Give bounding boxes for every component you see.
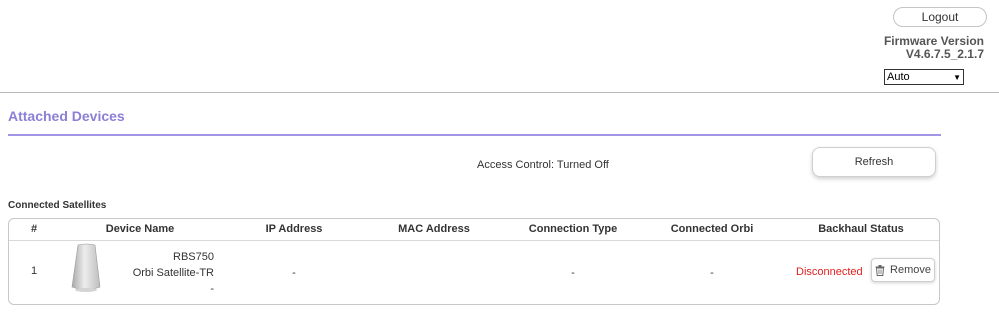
language-select[interactable]: Auto ▼ <box>884 69 964 85</box>
top-bar: Logout Firmware Version V4.6.7.5_2.1.7 A… <box>0 0 999 93</box>
trash-icon <box>875 264 885 276</box>
column-header-connection-type: Connection Type <box>528 223 618 235</box>
page-title: Attached Devices <box>8 108 125 124</box>
connection-type-cell: - <box>571 267 575 279</box>
column-header-connected-orbi: Connected Orbi <box>670 223 754 235</box>
remove-button-label: Remove <box>890 264 931 276</box>
satellite-device-image <box>71 243 101 292</box>
logout-button[interactable]: Logout <box>893 7 987 27</box>
ip-address-cell: - <box>292 267 296 279</box>
device-extra: - <box>210 283 214 295</box>
column-header-backhaul-status: Backhaul Status <box>818 223 904 235</box>
refresh-button[interactable]: Refresh <box>812 147 936 177</box>
firmware-label: Firmware Version <box>883 34 984 48</box>
column-header-index: # <box>30 223 38 235</box>
title-divider <box>8 134 941 136</box>
language-select-value: Auto <box>887 71 910 83</box>
column-header-mac-address: MAC Address <box>398 223 470 235</box>
access-control-status: Access Control: Turned Off <box>477 159 609 171</box>
column-header-device-name: Device Name <box>105 223 175 235</box>
satellites-table: # Device Name IP Address MAC Address Con… <box>8 218 940 305</box>
remove-button[interactable]: Remove <box>871 258 935 282</box>
column-header-ip-address: IP Address <box>265 223 323 235</box>
section-title: Connected Satellites <box>8 200 107 211</box>
row-index: 1 <box>30 265 38 277</box>
device-name: Orbi Satellite-TR <box>132 267 214 279</box>
connected-orbi-cell: - <box>710 267 714 279</box>
device-model: RBS750 <box>173 251 214 263</box>
chevron-down-icon: ▼ <box>953 72 961 82</box>
table-header: # Device Name IP Address MAC Address Con… <box>9 219 939 241</box>
backhaul-status-badge: Disconnected <box>796 266 863 278</box>
firmware-version: V4.6.7.5_2.1.7 <box>905 47 984 61</box>
